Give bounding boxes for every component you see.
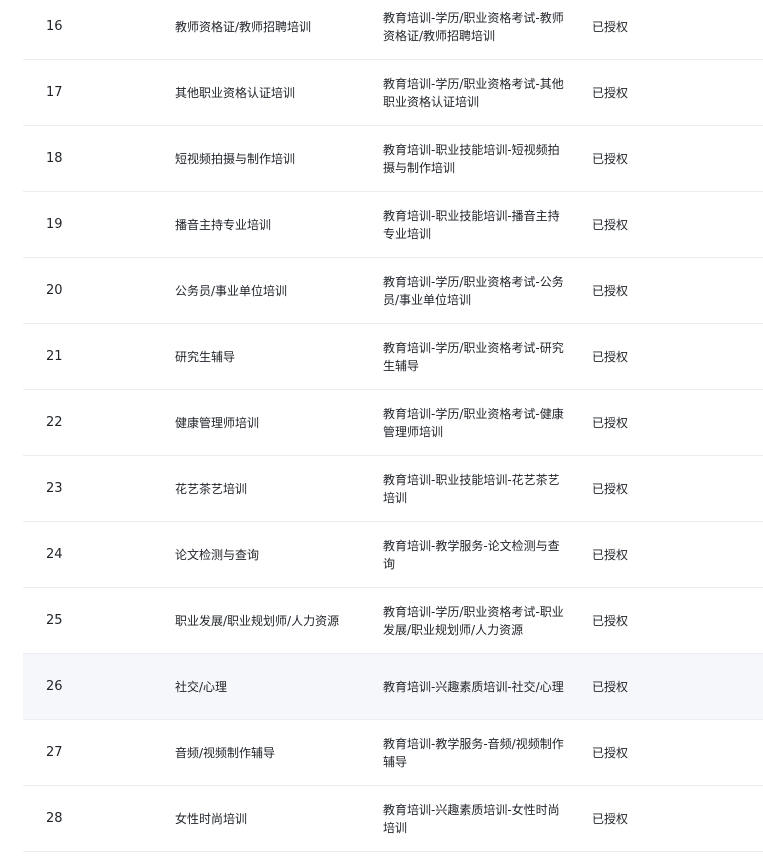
row-index: 26 [46, 678, 63, 694]
row-status: 已授权 [592, 19, 629, 34]
row-category-path: 教育培训-兴趣素质培训-女性时尚培训 [383, 802, 560, 835]
table-row[interactable]: 25 职业发展/职业规划师/人力资源 教育培训-学历/职业资格考试-职业发展/职… [23, 588, 763, 654]
row-status: 已授权 [592, 415, 629, 430]
row-index: 18 [46, 150, 63, 166]
qualification-table: 16 教师资格证/教师招聘培训 教育培训-学历/职业资格考试-教师资格证/教师招… [23, 0, 763, 852]
row-name: 职业发展/职业规划师/人力资源 [175, 613, 340, 628]
row-status: 已授权 [592, 679, 629, 694]
row-index: 16 [46, 18, 63, 34]
row-index: 22 [46, 414, 63, 430]
row-name: 社交/心理 [175, 679, 228, 694]
row-index: 20 [46, 282, 63, 298]
row-category-path: 教育培训-学历/职业资格考试-职业发展/职业规划师/人力资源 [383, 604, 564, 637]
row-name: 教师资格证/教师招聘培训 [175, 19, 312, 34]
table-row[interactable]: 26 社交/心理 教育培训-兴趣素质培训-社交/心理 已授权 [23, 654, 763, 720]
row-status: 已授权 [592, 481, 629, 496]
row-status: 已授权 [592, 547, 629, 562]
row-name: 短视频拍摄与制作培训 [175, 151, 296, 166]
table-row[interactable]: 21 研究生辅导 教育培训-学历/职业资格考试-研究生辅导 已授权 [23, 324, 763, 390]
table-row[interactable]: 22 健康管理师培训 教育培训-学历/职业资格考试-健康管理师培训 已授权 [23, 390, 763, 456]
row-category-path: 教育培训-学历/职业资格考试-教师资格证/教师招聘培训 [383, 10, 564, 43]
row-status: 已授权 [592, 349, 629, 364]
row-status: 已授权 [592, 283, 629, 298]
row-category-path: 教育培训-职业技能培训-短视频拍摄与制作培训 [383, 142, 560, 175]
table-row[interactable]: 27 音频/视频制作辅导 教育培训-教学服务-音频/视频制作辅导 已授权 [23, 720, 763, 786]
row-name: 花艺茶艺培训 [175, 481, 248, 496]
row-status: 已授权 [592, 745, 629, 760]
row-index: 28 [46, 810, 63, 826]
row-name: 其他职业资格认证培训 [175, 85, 296, 100]
row-status: 已授权 [592, 811, 629, 826]
row-index: 19 [46, 216, 63, 232]
row-category-path: 教育培训-学历/职业资格考试-公务员/事业单位培训 [383, 274, 564, 307]
row-status: 已授权 [592, 85, 629, 100]
table-row[interactable]: 17 其他职业资格认证培训 教育培训-学历/职业资格考试-其他职业资格认证培训 … [23, 60, 763, 126]
row-name: 女性时尚培训 [175, 811, 248, 826]
row-name: 健康管理师培训 [175, 415, 260, 430]
row-name: 研究生辅导 [175, 349, 236, 364]
table-row[interactable]: 16 教师资格证/教师招聘培训 教育培训-学历/职业资格考试-教师资格证/教师招… [23, 0, 763, 60]
table-row[interactable]: 28 女性时尚培训 教育培训-兴趣素质培训-女性时尚培训 已授权 [23, 786, 763, 852]
table-row[interactable]: 20 公务员/事业单位培训 教育培训-学历/职业资格考试-公务员/事业单位培训 … [23, 258, 763, 324]
row-category-path: 教育培训-学历/职业资格考试-研究生辅导 [383, 340, 564, 373]
row-category-path: 教育培训-职业技能培训-播音主持专业培训 [383, 208, 560, 241]
table-row[interactable]: 19 播音主持专业培训 教育培训-职业技能培训-播音主持专业培训 已授权 [23, 192, 763, 258]
row-index: 23 [46, 480, 63, 496]
row-category-path: 教育培训-学历/职业资格考试-其他职业资格认证培训 [383, 76, 564, 109]
row-status: 已授权 [592, 217, 629, 232]
row-category-path: 教育培训-兴趣素质培训-社交/心理 [383, 679, 564, 694]
row-index: 21 [46, 348, 63, 364]
row-index: 27 [46, 744, 63, 760]
row-name: 播音主持专业培训 [175, 217, 272, 232]
row-category-path: 教育培训-教学服务-论文检测与查询 [383, 538, 560, 571]
table-row[interactable]: 18 短视频拍摄与制作培训 教育培训-职业技能培训-短视频拍摄与制作培训 已授权 [23, 126, 763, 192]
table-row[interactable]: 23 花艺茶艺培训 教育培训-职业技能培训-花艺茶艺培训 已授权 [23, 456, 763, 522]
row-name: 音频/视频制作辅导 [175, 745, 276, 760]
row-category-path: 教育培训-职业技能培训-花艺茶艺培训 [383, 472, 560, 505]
row-index: 24 [46, 546, 63, 562]
table-row[interactable]: 24 论文检测与查询 教育培训-教学服务-论文检测与查询 已授权 [23, 522, 763, 588]
row-status: 已授权 [592, 613, 629, 628]
row-category-path: 教育培训-学历/职业资格考试-健康管理师培训 [383, 406, 564, 439]
row-name: 公务员/事业单位培训 [175, 283, 288, 298]
row-name: 论文检测与查询 [175, 547, 260, 562]
row-index: 25 [46, 612, 63, 628]
row-status: 已授权 [592, 151, 629, 166]
row-index: 17 [46, 84, 63, 100]
row-category-path: 教育培训-教学服务-音频/视频制作辅导 [383, 736, 564, 769]
